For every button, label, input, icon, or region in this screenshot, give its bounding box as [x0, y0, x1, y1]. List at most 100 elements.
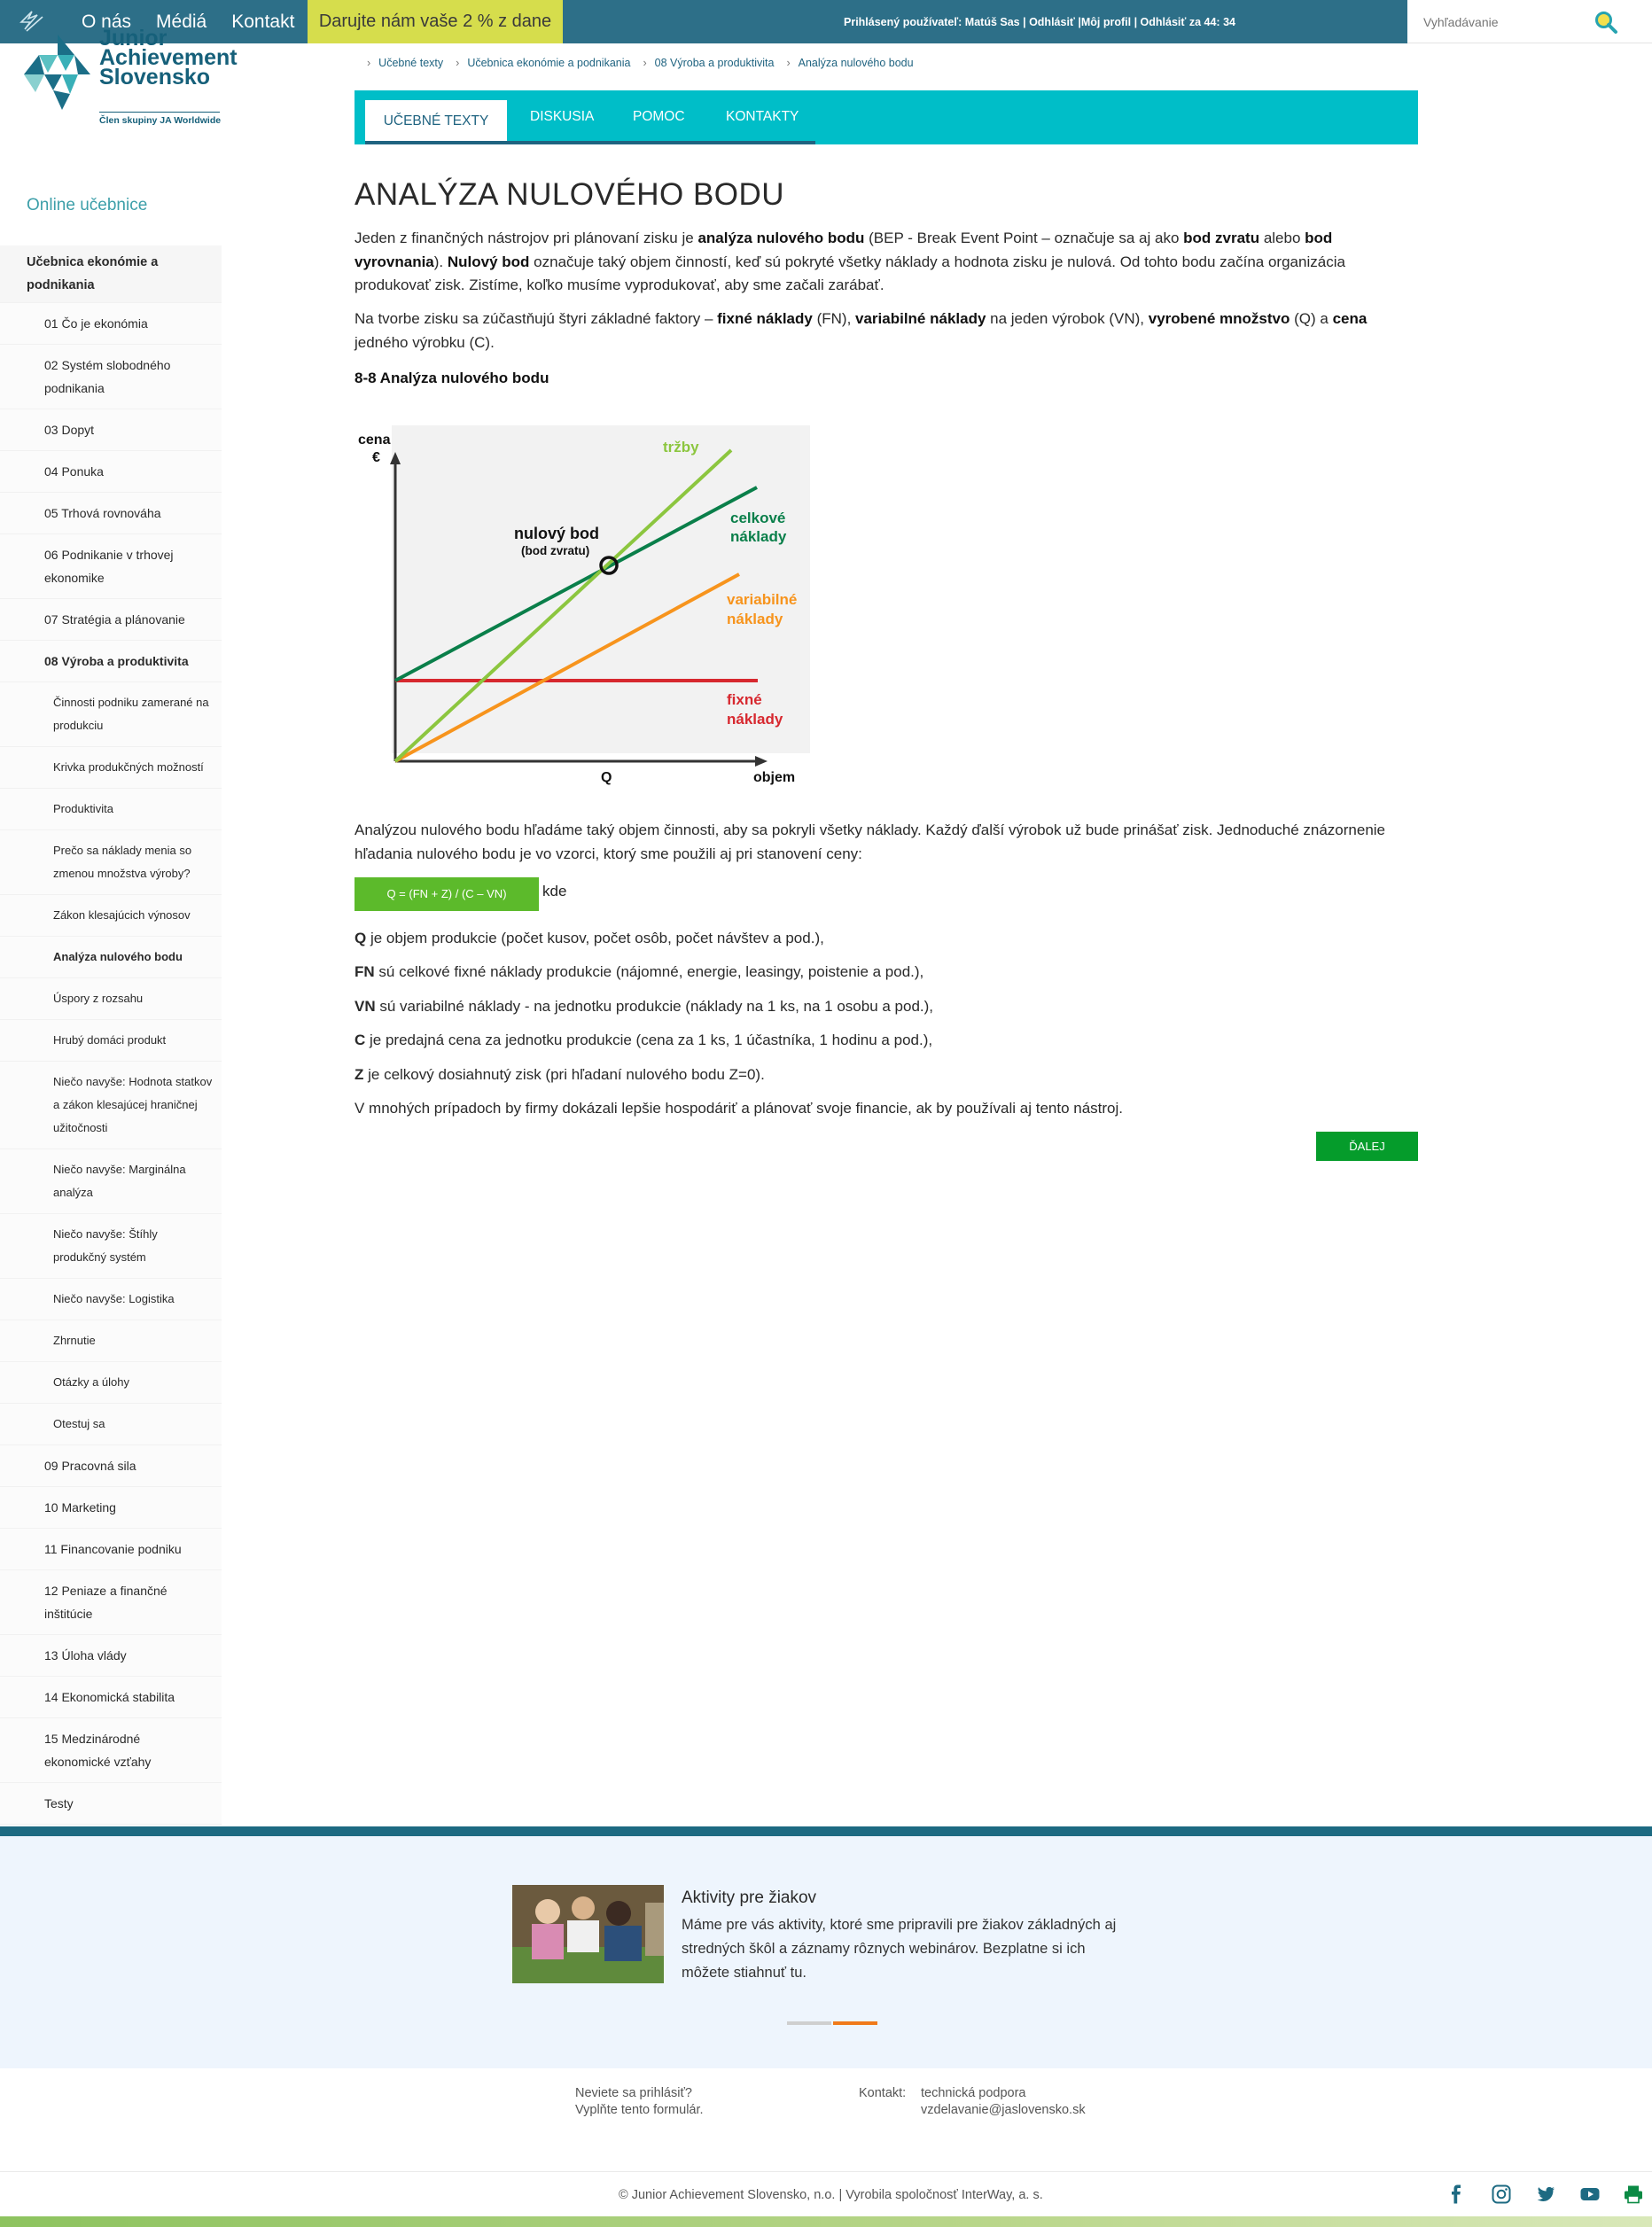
footer-separator — [0, 2171, 1652, 2172]
activities-photo[interactable] — [512, 1885, 664, 1983]
online-textbooks-link[interactable]: Online učebnice — [27, 196, 147, 215]
chevron-right-icon: › — [786, 57, 791, 69]
definition-row: FN sú celkové fixné náklady produkcie (n… — [355, 963, 924, 981]
sidebar-item-chapter[interactable]: 04 Ponuka — [0, 451, 222, 493]
contact-email-link[interactable]: vzdelavanie@jaslovensko.sk — [921, 2102, 1086, 2119]
x-axis-arrow-icon — [755, 756, 768, 767]
chapters-before: 01 Čo je ekonómia 02 Systém slobodného p… — [0, 303, 222, 641]
youtube-icon[interactable] — [1580, 2184, 1600, 2204]
sidebar-item-book[interactable]: Učebnica ekonómie a podnikania — [0, 245, 222, 303]
x-axis-label: objem — [753, 770, 795, 785]
sidebar-subitem[interactable]: Hrubý domáci produkt — [0, 1020, 222, 1062]
sidebar-item-chapter[interactable]: 07 Stratégia a plánovanie — [0, 599, 222, 641]
chevron-right-icon: › — [367, 57, 371, 69]
bep-sublabel: (bod zvratu) — [521, 544, 589, 557]
sidebar-subitem-active[interactable]: Analýza nulového bodu — [0, 937, 222, 978]
y-axis-label: cena — [358, 432, 391, 448]
contact-info: technická podpora vzdelavanie@jaslovensk… — [921, 2085, 1086, 2118]
sidebar-subitem[interactable]: Niečo navyše: Marginálna analýza — [0, 1149, 222, 1214]
tab-discussion[interactable]: DISKUSIA — [530, 90, 594, 144]
sidebar-subitem[interactable]: Otázky a úlohy — [0, 1362, 222, 1404]
sidebar-subitem[interactable]: Úspory z rozsahu — [0, 978, 222, 1020]
chevron-right-icon: › — [643, 57, 647, 69]
next-button[interactable]: ĎALEJ — [1316, 1132, 1418, 1161]
tab-help[interactable]: POMOC — [633, 90, 685, 144]
contact-line-1: technická podpora — [921, 2086, 1026, 2100]
breadcrumb-item[interactable]: 08 Výroba a produktivita — [655, 57, 775, 69]
sidebar-item-chapter[interactable]: 14 Ekonomická stabilita — [0, 1677, 222, 1718]
brand-subline: Člen skupiny JA Worldwide — [99, 115, 222, 126]
sidebar-item-chapter[interactable]: 06 Podnikanie v trhovej ekonomike — [0, 534, 222, 599]
bottom-accent-bar — [0, 2216, 1652, 2227]
definition-row: Q je objem produkcie (počet kusov, počet… — [355, 930, 824, 946]
sidebar-item-chapter[interactable]: 13 Úloha vlády — [0, 1635, 222, 1677]
tab-contacts[interactable]: KONTAKTY — [726, 90, 799, 144]
sidebar-item-chapter[interactable]: 10 Marketing — [0, 1487, 222, 1529]
definition-row: VN sú variabilné náklady - na jednotku p… — [355, 997, 934, 1015]
tab-textbooks[interactable]: UČEBNÉ TEXTY — [365, 100, 507, 141]
login-help-line-1: Neviete sa prihlásiť? — [575, 2086, 692, 2100]
sidebar-menu: Učebnica ekonómie a podnikania 01 Čo je … — [0, 245, 222, 1825]
page-title: ANALÝZA NULOVÉHO BODU — [355, 177, 785, 212]
sidebar-item-chapter[interactable]: 03 Dopyt — [0, 409, 222, 451]
print-icon[interactable] — [1624, 2184, 1643, 2204]
contact-label: Kontakt: — [859, 2086, 907, 2100]
definition-row: Z je celkový dosiahnutý zisk (pri hľadan… — [355, 1065, 765, 1083]
fixed-costs-label-1: fixné — [727, 691, 762, 708]
sidebar-subitem[interactable]: Niečo navyše: Logistika — [0, 1279, 222, 1320]
chapters-after: 09 Pracovná sila 10 Marketing 11 Financo… — [0, 1445, 222, 1783]
formula-kde: kde — [542, 883, 567, 899]
breadcrumb-item[interactable]: Učebné texty — [378, 57, 443, 69]
sidebar-subitem[interactable]: Zákon klesajúcich výnosov — [0, 895, 222, 937]
twitter-icon[interactable] — [1536, 2184, 1555, 2204]
chevron-right-icon: › — [456, 57, 460, 69]
search-box — [1407, 0, 1652, 43]
bep-label: nulový bod — [514, 525, 599, 542]
sidebar-subitem[interactable]: Krivka produkčných možností — [0, 747, 222, 789]
donate-banner[interactable]: Darujte nám vaše 2 % z dane — [308, 0, 563, 43]
carousel-indicator[interactable] — [787, 2021, 877, 2025]
intro-paragraph: Jeden z finančných nástrojov pri plánova… — [355, 230, 1345, 293]
total-costs-label-1: celkové — [730, 510, 785, 526]
subitems: Činnosti podniku zamerané na produkciu K… — [0, 682, 222, 1445]
instagram-icon[interactable] — [1492, 2184, 1511, 2204]
ja-triangles-logo-icon — [24, 35, 90, 110]
sidebar-item-chapter[interactable]: 15 Medzinárodné ekonomické vzťahy — [0, 1718, 222, 1783]
breadcrumb-current: Analýza nulového bodu — [798, 57, 914, 69]
formula-box: Q = (FN + Z) / (C – VN) — [355, 877, 539, 911]
search-input[interactable] — [1422, 12, 1590, 33]
revenue-label: tržby — [663, 439, 699, 456]
copyright: © Junior Achievement Slovensko, n.o. | V… — [619, 2188, 1043, 2202]
login-help[interactable]: Neviete sa prihlásiť? Vyplňte tento form… — [575, 2085, 704, 2118]
brand-logo[interactable]: Junior Achievement Slovensko Člen skupin… — [19, 23, 252, 138]
breadcrumb-item[interactable]: Učebnica ekonómie a podnikania — [467, 57, 630, 69]
activities-text: Máme pre vás aktivity, ktoré sme priprav… — [682, 1917, 1117, 1981]
sidebar-subitem[interactable]: Činnosti podniku zamerané na produkciu — [0, 682, 222, 747]
search-icon[interactable] — [1594, 10, 1618, 35]
sidebar-subitem[interactable]: Zhrnutie — [0, 1320, 222, 1362]
sidebar-item-chapter[interactable]: 02 Systém slobodného podnikania — [0, 345, 222, 409]
sidebar-item-tests[interactable]: Testy — [0, 1783, 222, 1825]
definitions-list: Q je objem produkcie (počet kusov, počet… — [355, 925, 1418, 1129]
sidebar-item-chapter[interactable]: 12 Peniaze a finančné inštitúcie — [0, 1570, 222, 1635]
footer-divider — [0, 1826, 1652, 1836]
sidebar-subitem[interactable]: Produktivita — [0, 789, 222, 830]
total-costs-label-2: náklady — [730, 528, 787, 545]
login-help-line-2[interactable]: Vyplňte tento formulár. — [575, 2102, 704, 2119]
break-even-chart: cena € objem Q nulový bod (bod zvratu) t… — [358, 425, 810, 785]
facebook-icon[interactable] — [1446, 2184, 1466, 2204]
formula-intro: Analýzou nulového bodu hľadáme taký obje… — [355, 821, 1386, 862]
definition-row: C je predajná cena za jednotku produkcie… — [355, 1032, 933, 1049]
user-info[interactable]: Prihlásený používateľ: Matúš Sas | Odhlá… — [844, 0, 1235, 43]
sidebar-item-chapter[interactable]: 01 Čo je ekonómia — [0, 303, 222, 345]
sidebar-item-current-chapter[interactable]: 08 Výroba a produktivita — [0, 641, 222, 682]
sidebar-subitem[interactable]: Niečo navyše: Štíhly produkčný systém — [0, 1214, 222, 1279]
sidebar-subitem[interactable]: Prečo sa náklady menia so zmenou množstv… — [0, 830, 222, 895]
activities-title[interactable]: Aktivity pre žiakov — [682, 1888, 816, 1908]
sidebar-item-chapter[interactable]: 05 Trhová rovnováha — [0, 493, 222, 534]
sidebar-subitem[interactable]: Otestuj sa — [0, 1404, 222, 1445]
sidebar-subitem[interactable]: Niečo navyše: Hodnota statkov a zákon kl… — [0, 1062, 222, 1149]
sidebar-item-chapter[interactable]: 09 Pracovná sila — [0, 1445, 222, 1487]
variable-costs-label-1: variabilné — [727, 591, 797, 608]
sidebar-item-chapter[interactable]: 11 Financovanie podniku — [0, 1529, 222, 1570]
